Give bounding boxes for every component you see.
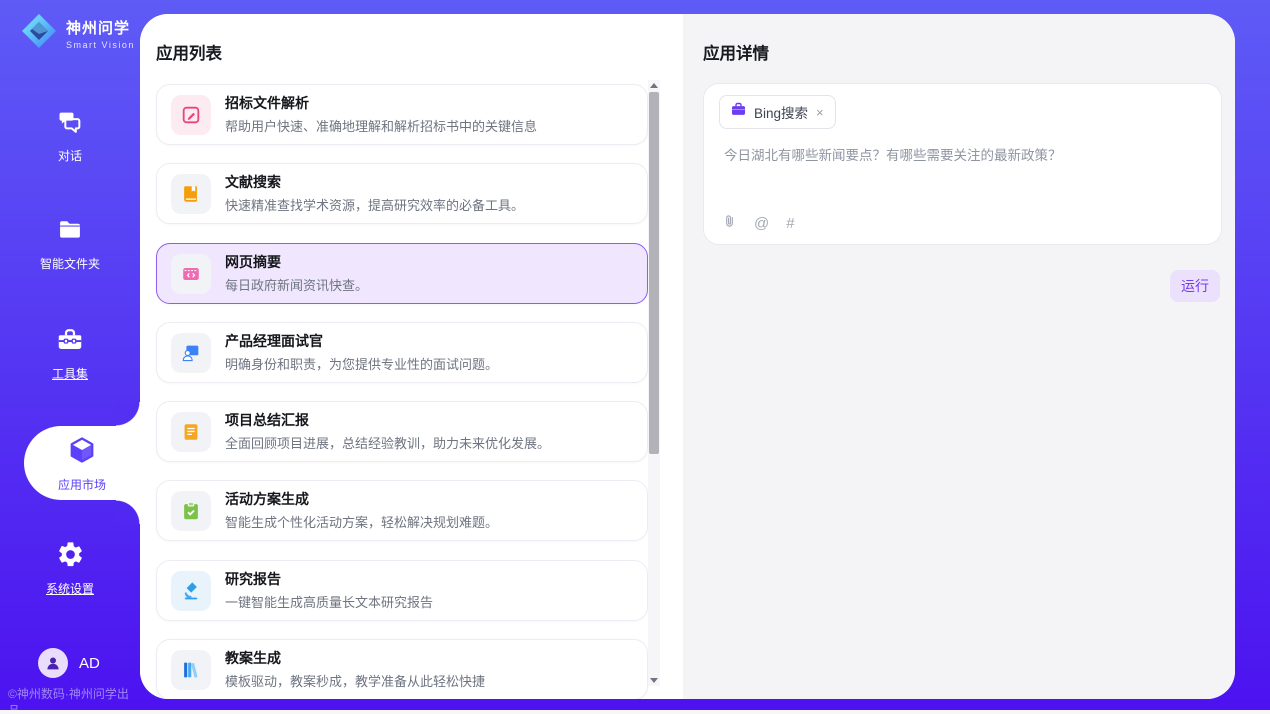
app-desc: 帮助用户快速、准确地理解和解析招标书中的关键信息: [225, 116, 537, 135]
sidebar-item-chat[interactable]: 对话: [0, 108, 140, 164]
mention-icon[interactable]: @: [754, 216, 769, 232]
app-name: 活动方案生成: [225, 491, 498, 508]
app-name: 教案生成: [225, 650, 485, 667]
app-list-scrollbar[interactable]: [648, 80, 660, 686]
avatar: [38, 648, 68, 678]
sidebar-item-toolset[interactable]: 工具集: [0, 324, 140, 382]
app-desc: 全面回顾项目进展，总结经验教训，助力未来优化发展。: [225, 433, 550, 452]
clipboard-check-icon: [171, 491, 211, 531]
books-icon: [171, 650, 211, 690]
window-bottom-edge: [0, 710, 1270, 714]
input-toolbar: @ #: [722, 213, 795, 234]
app-name: 网页摘要: [225, 254, 368, 271]
cube-icon: [67, 452, 97, 469]
report-note-icon: [171, 412, 211, 452]
sidebar: 神州问学 Smart Vision 对话 智能文件夹: [0, 0, 140, 710]
folder-icon: [56, 231, 84, 248]
app-detail-title: 应用详情: [703, 40, 769, 64]
app-item-research-report[interactable]: 研究报告 一键智能生成高质量长文本研究报告: [156, 560, 648, 621]
prompt-input-text[interactable]: 今日湖北有哪些新闻要点？有哪些需要关注的最新政策？: [724, 146, 1201, 166]
app-item-event-plan-generator[interactable]: 活动方案生成 智能生成个性化活动方案，轻松解决规划难题。: [156, 480, 648, 541]
user-account[interactable]: AD: [38, 648, 100, 678]
sidebar-item-label: 对话: [0, 147, 140, 164]
sidebar-item-label: 系统设置: [0, 580, 140, 597]
app-desc: 一键智能生成高质量长文本研究报告: [225, 592, 433, 611]
sidebar-item-label: 应用市场: [24, 476, 140, 493]
document-edit-icon: [171, 95, 211, 135]
app-desc: 明确身份和职责，为您提供专业性的面试问题。: [225, 354, 498, 373]
diamond-logo-icon: [20, 12, 58, 55]
app-name: 项目总结汇报: [225, 412, 550, 429]
tool-tag-bing-search[interactable]: Bing搜索 ×: [719, 95, 836, 129]
interviewer-icon: [171, 333, 211, 373]
app-name: 研究报告: [225, 571, 433, 588]
app-item-web-summary[interactable]: 网页摘要 每日政府新闻资讯快查。: [156, 243, 648, 304]
tool-tag-label: Bing搜索: [754, 102, 808, 122]
app-item-bid-document-parsing[interactable]: 招标文件解析 帮助用户快速、准确地理解和解析招标书中的关键信息: [156, 84, 648, 145]
app-list-title: 应用列表: [156, 40, 222, 64]
app-item-project-summary[interactable]: 项目总结汇报 全面回顾项目进展，总结经验教训，助力未来优化发展。: [156, 401, 648, 462]
brand-logo: 神州问学 Smart Vision: [20, 12, 135, 55]
sidebar-item-label: 工具集: [0, 365, 140, 382]
app-list-panel: 应用列表 招标文件解析 帮助用户快速、准确地理解和解析招标书中的关键信息: [140, 14, 683, 699]
sidebar-item-label: 智能文件夹: [0, 255, 140, 272]
paperclip-icon[interactable]: [722, 213, 737, 234]
gear-icon: [56, 556, 85, 573]
book-icon: [171, 174, 211, 214]
main-content: 应用列表 招标文件解析 帮助用户快速、准确地理解和解析招标书中的关键信息: [140, 14, 1235, 699]
sidebar-item-settings[interactable]: 系统设置: [0, 540, 140, 597]
app-item-pm-interviewer[interactable]: 产品经理面试官 明确身份和职责，为您提供专业性的面试问题。: [156, 322, 648, 383]
app-desc: 模板驱动，教案秒成，教学准备从此轻松快捷: [225, 671, 485, 690]
chat-icon: [56, 123, 84, 140]
app-detail-panel: 应用详情 Bing搜索 × 今日湖北有哪些新闻要点？有哪些需要关注的最新政策？: [683, 14, 1235, 699]
app-name: 招标文件解析: [225, 95, 537, 112]
user-initials: AD: [79, 655, 100, 672]
browser-code-icon: [171, 254, 211, 294]
app-name: 文献搜索: [225, 174, 524, 191]
briefcase-icon: [730, 101, 747, 123]
microscope-icon: [171, 571, 211, 611]
app-desc: 快速精准查找学术资源，提高研究效率的必备工具。: [225, 195, 524, 214]
scroll-up-arrow-icon[interactable]: [650, 83, 658, 88]
toolbox-icon: [55, 341, 85, 358]
run-button[interactable]: 运行: [1170, 270, 1220, 302]
sidebar-item-smart-folder[interactable]: 智能文件夹: [0, 216, 140, 272]
scrollbar-thumb[interactable]: [649, 92, 659, 454]
app-desc: 每日政府新闻资讯快查。: [225, 275, 368, 294]
hash-icon[interactable]: #: [786, 216, 794, 232]
scroll-down-arrow-icon[interactable]: [650, 678, 658, 683]
app-item-lesson-plan-generator[interactable]: 教案生成 模板驱动，教案秒成，教学准备从此轻松快捷: [156, 639, 648, 699]
app-item-literature-search[interactable]: 文献搜索 快速精准查找学术资源，提高研究效率的必备工具。: [156, 163, 648, 224]
app-name: 产品经理面试官: [225, 333, 498, 350]
brand-name: 神州问学: [66, 17, 135, 38]
brand-subtitle: Smart Vision: [66, 40, 135, 50]
app-desc: 智能生成个性化活动方案，轻松解决规划难题。: [225, 512, 498, 531]
close-icon[interactable]: ×: [815, 105, 825, 120]
prompt-card[interactable]: Bing搜索 × 今日湖北有哪些新闻要点？有哪些需要关注的最新政策？ @ #: [703, 83, 1222, 245]
sidebar-item-app-market[interactable]: 应用市场: [24, 426, 140, 500]
